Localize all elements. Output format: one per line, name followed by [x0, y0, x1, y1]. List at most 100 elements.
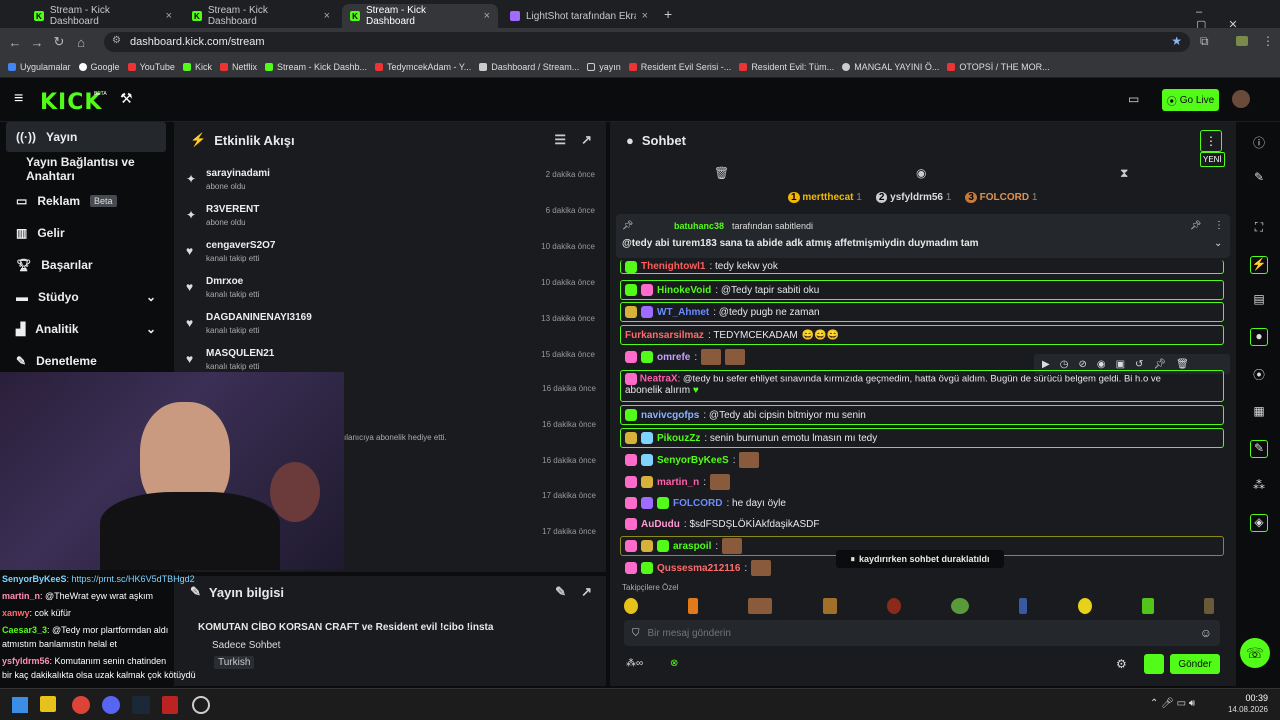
new-tab-button[interactable]: +	[664, 6, 672, 22]
info-icon[interactable]: ⓘ	[1250, 134, 1268, 152]
emote-icon[interactable]	[688, 598, 699, 614]
pinned-message[interactable]: 📌︎ batuhanc38 tarafından sabitlendi @ted…	[616, 214, 1230, 258]
emote-icon[interactable]	[1077, 598, 1092, 614]
chevron-down-icon[interactable]: ⌄	[1214, 238, 1222, 249]
pin-icon[interactable]: 📌︎	[1153, 359, 1166, 370]
bookmark-item[interactable]: Dashboard / Stream...	[479, 62, 579, 72]
points-icon[interactable]: ⁂∞	[626, 658, 643, 669]
sidebar-item-stream-key[interactable]: Yayın Bağlantısı ve Anahtarı	[6, 154, 166, 184]
chat-menu-button[interactable]: ⋮	[1200, 130, 1222, 152]
settings-icon[interactable]: ⚙	[1116, 657, 1127, 671]
edit-icon[interactable]: ✎	[555, 584, 566, 600]
hammer-icon[interactable]: ⚒	[120, 90, 133, 107]
kick-points-icon[interactable]: ⊗	[670, 658, 678, 669]
hourglass-icon[interactable]: ⧗	[1120, 166, 1128, 181]
browser-tab[interactable]: K Stream - Kick Dashboard ×	[26, 4, 180, 28]
stack-icon[interactable]: ▦	[1250, 404, 1268, 422]
ban-icon[interactable]: ⊘	[1078, 359, 1086, 370]
sidebar-item-stream[interactable]: ((·)) Yayın	[6, 122, 166, 152]
emoji-icon[interactable]: ☺	[1200, 626, 1212, 640]
bookmark-item[interactable]: Netflix	[219, 62, 257, 72]
chat-message[interactable]: Furkansarsilmaz: TEDYMCEKADAM 😄😄😄	[620, 325, 1224, 345]
browser-tab[interactable]: K Stream - Kick Dashboard ×	[184, 4, 338, 28]
filter-icon[interactable]: ☰	[554, 132, 566, 148]
fullscreen-icon[interactable]: ⛶	[1250, 220, 1268, 238]
chat-message[interactable]: HinokeVoid: @Tedy tapir sabiti oku	[620, 280, 1224, 300]
forward-icon[interactable]: →	[26, 35, 48, 50]
popout-icon[interactable]: ↗	[581, 584, 592, 600]
chat-message[interactable]: NeatraX: @tedy bu sefer ehliyet sınavınd…	[620, 370, 1224, 402]
bookmark-item[interactable]: OTOPSİ / THE MOR...	[947, 62, 1050, 72]
bookmark-item[interactable]: Resident Evil: Tüm...	[739, 62, 834, 72]
windows-start-icon[interactable]	[12, 697, 28, 713]
bookmark-item[interactable]: Google	[78, 62, 120, 72]
emote-icon[interactable]	[748, 598, 773, 614]
chat-bubble-icon[interactable]: ●	[1250, 328, 1268, 346]
site-info-icon[interactable]: ⚙	[112, 35, 121, 46]
send-button[interactable]: Gönder	[1170, 654, 1220, 674]
bookmark-star-icon[interactable]: ★	[1171, 34, 1182, 48]
document-icon[interactable]: ▤	[1250, 292, 1268, 310]
bookmark-item[interactable]: MANGAL YAYINI Ö...	[842, 62, 939, 72]
bookmark-item[interactable]: Kick	[182, 62, 212, 72]
theater-icon[interactable]: ▭	[1128, 92, 1139, 106]
sidebar-item-revenue[interactable]: ▥ Gelir	[6, 218, 166, 248]
user-avatar[interactable]	[1232, 90, 1250, 108]
menu-icon[interactable]: ⋮	[1262, 34, 1274, 48]
emote-icon[interactable]	[886, 598, 901, 614]
steam-icon[interactable]	[132, 696, 150, 714]
chat-message[interactable]: SenyorByKeeS:	[620, 450, 1224, 470]
browser-tab[interactable]: LightShot tarafından Ekran Gör...×	[502, 4, 656, 28]
file-explorer-icon[interactable]	[40, 696, 56, 712]
sidebar-item-analytics[interactable]: ▟ Analitik ⌄	[6, 314, 166, 344]
message-field[interactable]	[647, 627, 1192, 639]
chat-message[interactable]: WT_Ahmet: @tedy pugb ne zaman	[620, 302, 1224, 322]
close-icon[interactable]: ×	[324, 10, 330, 22]
chat-message[interactable]: Thenightowl1: tedy kekw yok	[620, 260, 1224, 274]
emote-icon[interactable]	[951, 598, 970, 614]
extensions-icon[interactable]: ⧉	[1200, 34, 1209, 49]
trash-icon[interactable]: 🗑︎	[714, 166, 729, 180]
bolt-icon[interactable]: ⚡	[1250, 256, 1268, 274]
emote-icon[interactable]	[822, 598, 837, 614]
go-live-button[interactable]: ⦿ Go Live	[1162, 89, 1219, 111]
bookmark-item[interactable]: TedymcekAdam - Y...	[375, 62, 471, 72]
brave-icon[interactable]	[162, 696, 178, 714]
discord-icon[interactable]	[102, 696, 120, 714]
more-icon[interactable]: ⋮	[1214, 220, 1224, 231]
emote-icon[interactable]	[1019, 598, 1028, 614]
reload-icon[interactable]: ↻	[48, 34, 70, 50]
sidebar-item-studio[interactable]: ▬ Stüdyo ⌄	[6, 282, 166, 312]
back-icon[interactable]: ←	[4, 35, 26, 50]
hamburger-menu-icon[interactable]: ≡	[14, 90, 23, 108]
bookmark-item[interactable]: Uygulamalar	[8, 62, 71, 72]
chat-message[interactable]: AuDudu: $sdFSDŞLÖKİAkfdaşikASDF	[620, 514, 1224, 534]
close-icon[interactable]: ×	[166, 10, 172, 22]
popout-icon[interactable]: ↗	[581, 132, 592, 148]
chat-message[interactable]: PikouzZz: senin burnunun emotu lmasın mı…	[620, 428, 1224, 448]
chat-message[interactable]: navivcgofps: @Tedy abi cipsin bitmiyor m…	[620, 405, 1224, 425]
bookmark-item[interactable]: YouTube	[127, 62, 175, 72]
chat-paused-notice[interactable]: ⏸︎ kaydırırken sohbet duraklatıldı	[836, 550, 1004, 568]
url-bar[interactable]: ⚙ dashboard.kick.com/stream ★	[104, 32, 1190, 52]
undo-icon[interactable]: ↺	[1135, 359, 1143, 370]
edit-icon[interactable]: ✎	[1250, 170, 1268, 188]
emote-icon[interactable]	[1141, 598, 1154, 614]
bookmark-item[interactable]: Resident Evil Serisi -...	[628, 62, 731, 72]
unpin-icon[interactable]: 📌︎	[1190, 220, 1201, 231]
mod-icon[interactable]: ◉	[1097, 359, 1106, 370]
support-icon[interactable]: ☏	[1240, 638, 1270, 668]
chat-message[interactable]: martin_n:	[620, 472, 1224, 492]
play-icon[interactable]: ▶	[1042, 359, 1050, 370]
chat-bubble-icon[interactable]: ◉	[916, 166, 926, 180]
close-icon[interactable]: ×	[642, 10, 648, 22]
obs-icon[interactable]	[192, 696, 210, 714]
points-icon[interactable]: ⁂	[1250, 478, 1268, 496]
timeout-icon[interactable]: ◷	[1060, 359, 1069, 370]
home-icon[interactable]: ⌂	[70, 35, 92, 50]
emote-icon[interactable]	[624, 598, 638, 614]
wrench-icon[interactable]: ✎	[1250, 440, 1268, 458]
chat-input[interactable]: ⛉ ☺	[624, 620, 1220, 646]
copy-icon[interactable]: ▣	[1116, 359, 1125, 370]
trash-icon[interactable]: 🗑︎	[1176, 359, 1189, 370]
